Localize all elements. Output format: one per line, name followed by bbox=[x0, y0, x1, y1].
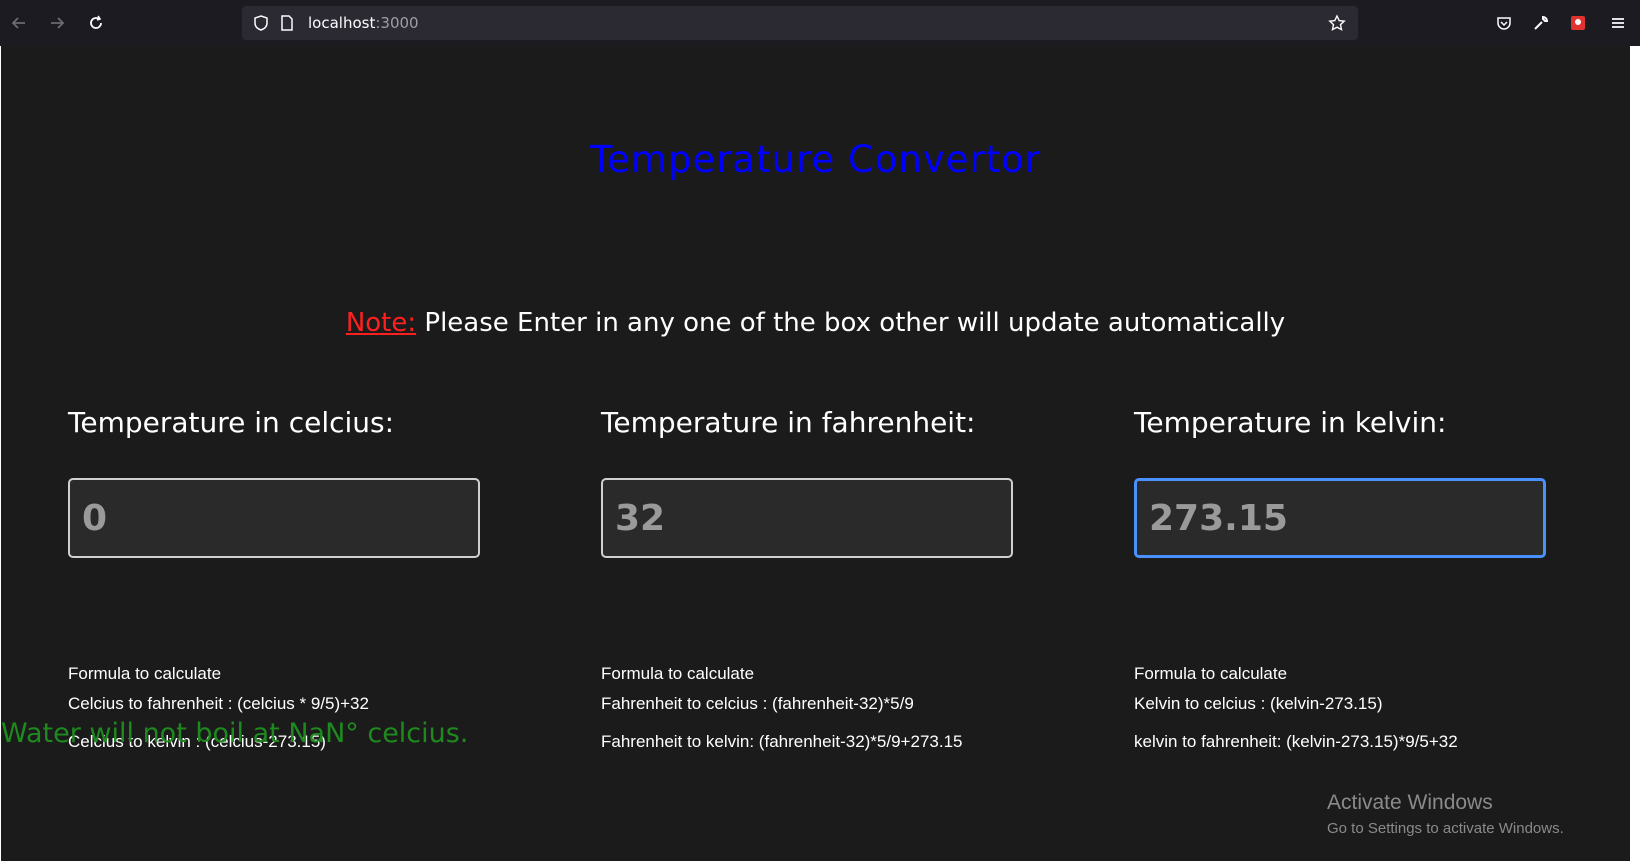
formula-line: Celcius to fahrenheit : (celcius * 9/5)+… bbox=[68, 694, 369, 713]
page-viewport: Temperature Convertor Note: Please Enter… bbox=[1, 46, 1630, 861]
fahrenheit-column: Temperature in fahrenheit: Formula to ca… bbox=[601, 406, 1031, 751]
celcius-input[interactable] bbox=[68, 478, 480, 558]
star-icon[interactable] bbox=[1328, 14, 1346, 32]
url-bar[interactable]: localhost:3000 bbox=[242, 6, 1358, 40]
back-icon[interactable] bbox=[5, 9, 33, 37]
reload-icon[interactable] bbox=[82, 9, 110, 37]
activate-windows-title: Activate Windows bbox=[1327, 791, 1493, 814]
url-host: localhost bbox=[308, 14, 376, 32]
formula-line: Fahrenheit to celcius : (fahrenheit-32)*… bbox=[601, 694, 914, 713]
formula-heading: Formula to calculate bbox=[1134, 664, 1288, 683]
formula-line: Fahrenheit to kelvin: (fahrenheit-32)*5/… bbox=[601, 732, 963, 751]
kelvin-input[interactable] bbox=[1134, 478, 1546, 558]
formula-heading: Formula to calculate bbox=[601, 664, 755, 683]
celcius-label: Temperature in celcius: bbox=[68, 406, 395, 439]
boil-status-message: Water will not boil at NaN° celcius. bbox=[1, 718, 469, 749]
forward-icon[interactable] bbox=[43, 9, 71, 37]
page-icon bbox=[281, 15, 293, 31]
fahrenheit-input[interactable] bbox=[601, 478, 1013, 558]
formula-heading: Formula to calculate bbox=[68, 664, 222, 683]
formula-line: kelvin to fahrenheit: (kelvin-273.15)*9/… bbox=[1134, 732, 1458, 751]
formula-line: Kelvin to celcius : (kelvin-273.15) bbox=[1134, 694, 1383, 713]
celcius-column: Temperature in celcius: Formula to calcu… bbox=[68, 406, 498, 751]
browser-toolbar: localhost:3000 bbox=[0, 0, 1640, 46]
wrench-icon[interactable] bbox=[1527, 9, 1555, 37]
note-label: Note: bbox=[345, 308, 417, 338]
pocket-icon[interactable] bbox=[1490, 9, 1518, 37]
extension-icon[interactable] bbox=[1564, 9, 1592, 37]
kelvin-label: Temperature in kelvin: bbox=[1134, 406, 1447, 439]
fahrenheit-label: Temperature in fahrenheit: bbox=[601, 406, 976, 439]
kelvin-column: Temperature in kelvin: Formula to calcul… bbox=[1134, 406, 1564, 751]
activate-windows-subtitle: Go to Settings to activate Windows. bbox=[1327, 820, 1564, 837]
note-text: Note: Please Enter in any one of the box… bbox=[1, 308, 1630, 338]
note-body: Please Enter in any one of the box other… bbox=[416, 308, 1286, 338]
url-port: :3000 bbox=[375, 14, 419, 32]
url-text[interactable]: localhost:3000 bbox=[308, 14, 419, 32]
menu-icon[interactable] bbox=[1604, 9, 1632, 37]
page-title: Temperature Convertor bbox=[589, 138, 1042, 181]
page-edge bbox=[1630, 46, 1640, 864]
shield-icon[interactable] bbox=[252, 14, 270, 32]
